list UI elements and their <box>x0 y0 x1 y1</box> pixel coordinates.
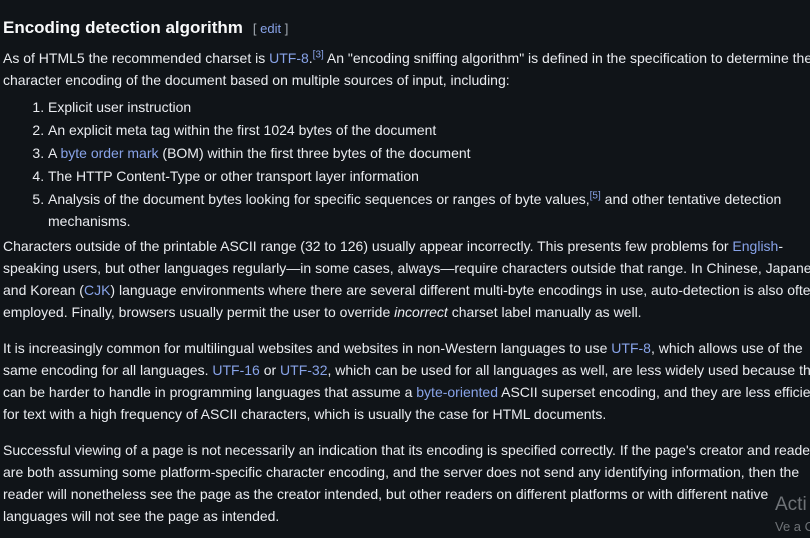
reference-3[interactable]: [3] <box>313 49 324 60</box>
link-byte-order-mark[interactable]: byte order mark <box>60 145 158 161</box>
link-byte-oriented[interactable]: byte-oriented <box>416 384 498 400</box>
edit-section: [ edit ] <box>252 21 289 36</box>
list-item: The HTTP Content-Type or other transport… <box>48 165 810 187</box>
link-english[interactable]: English <box>732 238 778 254</box>
edit-link[interactable]: edit <box>260 21 281 36</box>
link-utf16[interactable]: UTF-16 <box>212 362 259 378</box>
section-heading: Encoding detection algorithm [ edit ] <box>3 16 810 41</box>
list-item: A byte order mark (BOM) within the first… <box>48 142 810 164</box>
paragraph-viewing: Successful viewing of a page is not nece… <box>3 442 810 524</box>
link-utf8[interactable]: UTF-8 <box>269 50 309 66</box>
input-sources-list: Explicit user instruction An explicit me… <box>3 96 810 232</box>
paragraph-intro: As of HTML5 the recommended charset is U… <box>3 49 810 88</box>
section-title: Encoding detection algorithm <box>3 18 243 37</box>
paragraph-characters: Characters outside of the printable ASCI… <box>3 238 810 320</box>
list-item: Analysis of the document bytes looking f… <box>48 188 798 232</box>
list-item: Explicit user instruction <box>48 96 810 118</box>
article-section: Encoding detection algorithm [ edit ] As … <box>3 16 810 527</box>
activation-watermark: Acti Ve a C <box>775 494 810 534</box>
link-utf8-2[interactable]: UTF-8 <box>611 340 651 356</box>
reference-5[interactable]: [5] <box>590 190 601 201</box>
paragraph-multilingual: It is increasingly common for multilingu… <box>3 340 810 422</box>
list-item: An explicit meta tag within the first 10… <box>48 119 810 141</box>
link-cjk[interactable]: CJK <box>84 282 110 298</box>
link-utf32[interactable]: UTF-32 <box>280 362 327 378</box>
